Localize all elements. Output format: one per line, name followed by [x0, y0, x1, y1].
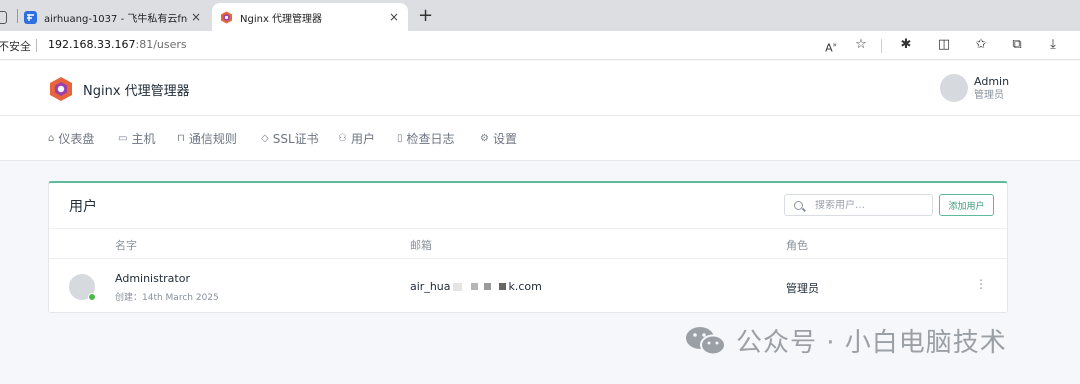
watermark-text: 公众号 · 小白电脑技术 [736, 328, 1007, 358]
column-header-name: 名字 [115, 239, 137, 252]
column-header-role: 角色 [786, 239, 808, 252]
nav-item-users[interactable]: ⚇ 用户 [338, 130, 375, 147]
url-field[interactable]: 192.168.33.167:81/users [48, 38, 187, 51]
nav-label: 设置 [492, 132, 517, 146]
split-screen-icon[interactable]: ◫ [935, 36, 953, 54]
favorites-icon[interactable]: ✩ [972, 36, 990, 54]
card-title: 用户 [69, 199, 97, 215]
read-aloud-icon[interactable]: A» [822, 36, 840, 55]
nav-label: 用户 [350, 132, 375, 146]
close-tab-icon[interactable]: × [386, 10, 402, 24]
user-role: 管理员 [974, 89, 1004, 101]
toolbar-separator [881, 39, 882, 53]
nav-label: SSL证书 [272, 132, 319, 146]
watermark: 公众号 · 小白电脑技术 [684, 322, 1007, 359]
tab-partial[interactable] [0, 3, 10, 31]
tab-title: Nginx 代理管理器 [240, 13, 323, 25]
email-visible-part: air_hua [410, 280, 451, 293]
url-path: :81/users [135, 38, 187, 51]
search-box[interactable] [784, 194, 933, 216]
fnos-favicon-icon [24, 10, 37, 24]
wechat-logo-icon [686, 326, 726, 355]
avatar [940, 74, 968, 102]
nav-item-audit-log[interactable]: ▯ 检查日志 [397, 130, 455, 147]
table-row: Administrator 创建：14th March 2025 air_hua… [49, 259, 1007, 313]
users-card: 用户 添加用户 名字 邮箱 角色 Administrator 创建：14th M… [48, 181, 1008, 313]
main-nav: ⌂ 仪表盘 ▭ 主机 ⊓ 通信规则 ◇ SSL证书 ⚇ 用户 ▯ 检查日志 ⚙ 设置 [0, 116, 1080, 161]
online-status-dot [88, 293, 96, 301]
email-suffix: k.com [508, 280, 542, 293]
tab-title: airhuang-1037 - 飞牛私有云fnOS [44, 13, 188, 25]
collections-icon[interactable]: ⧉ [1008, 36, 1026, 54]
home-icon: ⌂ [48, 133, 55, 144]
user-created-date: 创建：14th March 2025 [115, 293, 219, 303]
nav-label: 通信规则 [188, 132, 237, 146]
email-redaction [451, 282, 509, 292]
search-icon [794, 200, 803, 210]
nav-label: 检查日志 [406, 132, 455, 146]
row-actions-menu-icon[interactable]: ⋮ [975, 277, 987, 291]
divider [36, 39, 37, 52]
users-icon: ⚇ [338, 133, 347, 144]
shield-icon: ◇ [261, 133, 269, 144]
extensions-icon[interactable]: ✱ [897, 36, 915, 54]
nav-item-dashboard[interactable]: ⌂ 仪表盘 [48, 130, 94, 147]
close-tab-icon[interactable]: × [188, 10, 204, 24]
security-warning[interactable]: 不安全 [0, 38, 31, 54]
app-header: Nginx 代理管理器 Admin 管理员 [0, 61, 1080, 116]
tab-fnos[interactable]: airhuang-1037 - 飞牛私有云fnOS × [18, 3, 210, 31]
tab-nginx[interactable]: Nginx 代理管理器 × [212, 3, 408, 31]
gear-icon: ⚙ [480, 133, 489, 144]
url-host: 192.168.33.167 [48, 38, 136, 51]
favorite-star-icon[interactable]: ☆ [852, 36, 870, 54]
brand[interactable]: Nginx 代理管理器 [48, 76, 190, 102]
nav-item-access-lists[interactable]: ⊓ 通信规则 [177, 130, 237, 147]
nav-label: 主机 [131, 132, 156, 146]
search-input[interactable] [815, 199, 925, 211]
new-tab-button[interactable]: + [418, 5, 433, 26]
user-role: 管理员 [786, 282, 819, 295]
nav-label: 仪表盘 [58, 132, 95, 146]
lock-icon: ⊓ [177, 133, 185, 144]
table-header: 名字 邮箱 角色 [49, 228, 1007, 259]
page-icon [0, 10, 7, 24]
nginx-proxy-manager-logo-icon [50, 77, 72, 101]
brand-name: Nginx 代理管理器 [83, 83, 190, 99]
nav-item-settings[interactable]: ⚙ 设置 [480, 130, 517, 147]
add-user-button[interactable]: 添加用户 [939, 194, 994, 216]
browser-tab-bar: airhuang-1037 - 飞牛私有云fnOS × Nginx 代理管理器 … [0, 0, 1080, 31]
download-icon[interactable]: ⤓ [1044, 36, 1062, 54]
nginx-favicon-icon [220, 11, 233, 24]
book-icon: ▯ [397, 133, 403, 144]
user-menu[interactable]: Admin 管理员 [940, 74, 1009, 102]
nav-item-ssl[interactable]: ◇ SSL证书 [261, 130, 319, 147]
user-name: Administrator [115, 272, 190, 285]
user-email: air_hua k.com [410, 280, 542, 293]
nav-item-hosts[interactable]: ▭ 主机 [118, 130, 155, 147]
user-name: Admin [974, 74, 1010, 88]
column-header-email: 邮箱 [410, 239, 432, 252]
monitor-icon: ▭ [118, 133, 128, 144]
address-bar: 不安全 192.168.33.167:81/users A» ☆ ✱ ◫ ✩ ⧉… [0, 31, 1080, 60]
